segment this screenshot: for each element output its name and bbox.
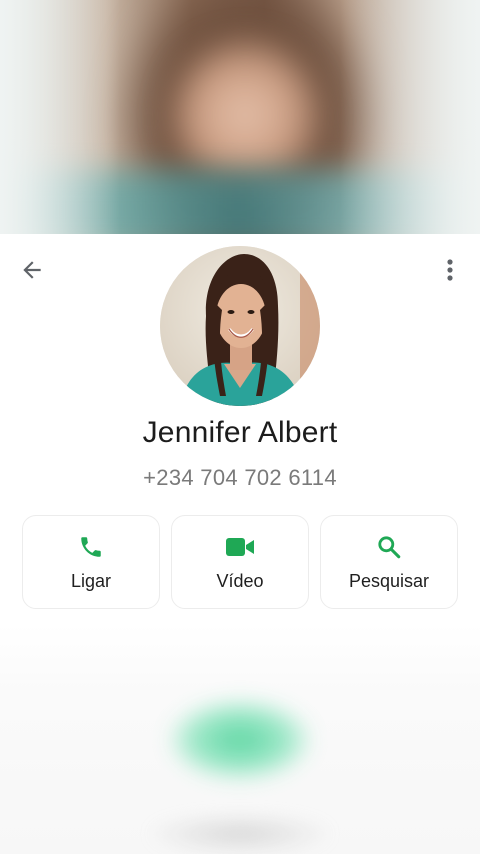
contact-name: Jennifer Albert (142, 416, 338, 449)
profile-photo (160, 246, 320, 406)
search-button[interactable]: Pesquisar (320, 515, 458, 609)
search-icon (378, 536, 401, 559)
call-button[interactable]: Ligar (22, 515, 160, 609)
contact-actions: Ligar Vídeo Pesquisar (22, 515, 458, 609)
arrow-left-icon (23, 261, 41, 279)
video-call-button-label: Vídeo (216, 571, 264, 591)
avatar[interactable] (160, 246, 320, 406)
blurred-background-photo (0, 0, 480, 234)
back-button[interactable] (14, 252, 50, 288)
more-options-button[interactable] (434, 252, 466, 288)
contact-info-card: Jennifer Albert +234 704 702 6114 Ligar … (0, 234, 480, 854)
blurred-green-element (170, 700, 310, 780)
video-camera-icon (226, 538, 254, 556)
blurred-bottom-element (150, 814, 330, 854)
call-button-label: Ligar (70, 571, 112, 591)
contact-phone-number[interactable]: +234 704 702 6114 (0, 465, 480, 491)
phone-icon (81, 537, 101, 557)
more-vert-icon (447, 259, 453, 281)
search-button-label: Pesquisar (348, 571, 430, 591)
video-call-button[interactable]: Vídeo (171, 515, 309, 609)
